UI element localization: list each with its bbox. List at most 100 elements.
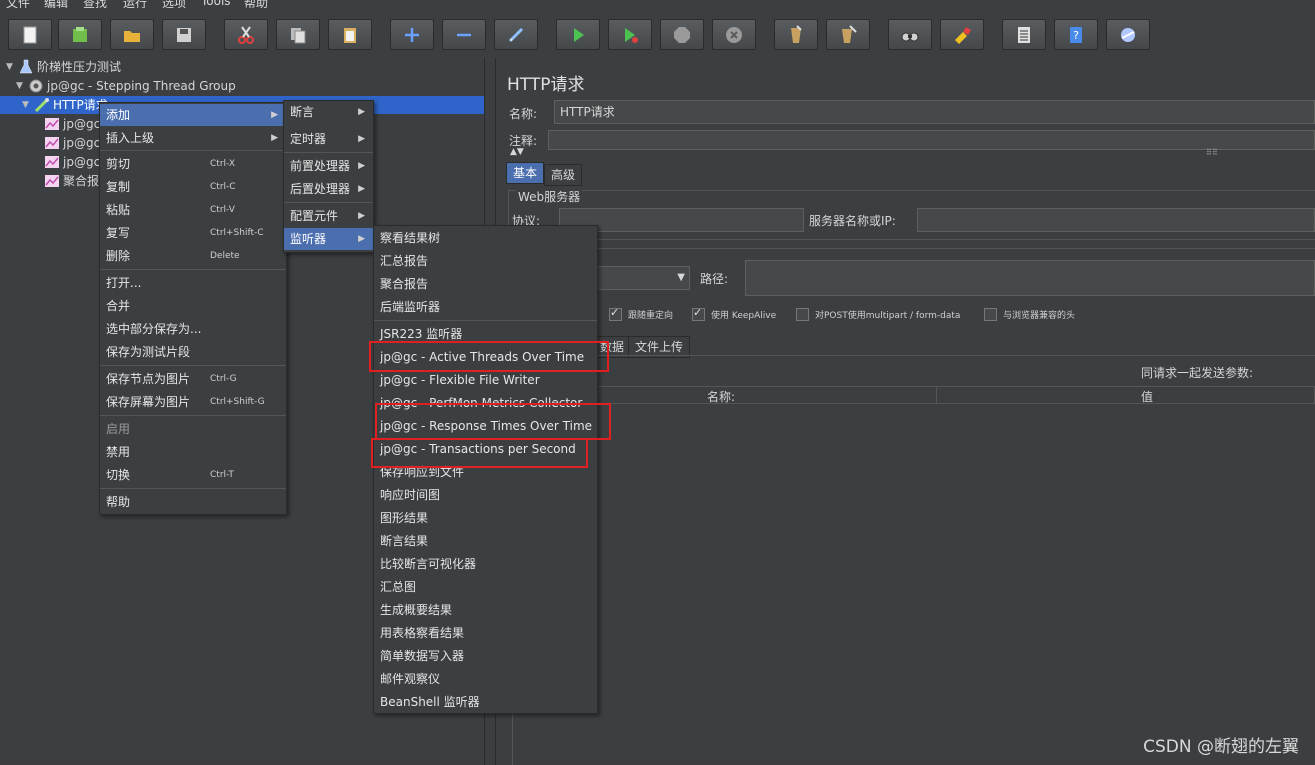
multipart-checkbox[interactable]: 对POST使用multipart / form-data bbox=[796, 308, 960, 321]
drag-handle-icon[interactable]: ⠿⠿ bbox=[1206, 148, 1218, 157]
menu-item-save-screen-image[interactable]: 保存屏幕为图片 Ctrl+Shift-G bbox=[100, 391, 286, 413]
column-header-value[interactable]: 值 bbox=[1141, 388, 1153, 405]
expand-arrow-icon[interactable]: ▼ bbox=[22, 96, 32, 114]
listener-item-flexible-file-writer[interactable]: jp@gc - Flexible File Writer bbox=[374, 369, 597, 391]
help-button[interactable]: ? bbox=[1054, 19, 1098, 50]
listener-item-aggregate-graph[interactable]: 汇总图 bbox=[374, 576, 597, 598]
menu-item-disable[interactable]: 禁用 bbox=[100, 441, 286, 463]
expand-arrow-icon[interactable]: ▼ bbox=[6, 58, 16, 76]
tree-node-listener-3[interactable]: jp@gc bbox=[44, 153, 100, 171]
menu-search[interactable]: 查找 bbox=[83, 0, 107, 8]
submenu-item-config-elements[interactable]: 配置元件 ▶ bbox=[284, 205, 373, 227]
column-header-name[interactable]: 名称: bbox=[707, 388, 735, 405]
listener-item-mailer[interactable]: 邮件观察仪 bbox=[374, 668, 597, 690]
start-button[interactable] bbox=[556, 19, 600, 50]
collapse-arrows-icon[interactable]: ▲▼ bbox=[510, 147, 524, 157]
menu-item-cut[interactable]: 剪切 Ctrl-X bbox=[100, 153, 286, 175]
clear-button[interactable] bbox=[774, 19, 818, 50]
menu-item-duplicate[interactable]: 复写 Ctrl+Shift-C bbox=[100, 222, 286, 244]
tree-node-label: jp@gc bbox=[63, 155, 101, 169]
tab-advanced[interactable]: 高级 bbox=[544, 164, 583, 186]
menu-item-enable[interactable]: 启用 bbox=[100, 418, 286, 440]
menu-tools[interactable]: Tools bbox=[201, 0, 231, 8]
menu-item-save-node-image[interactable]: 保存节点为图片 Ctrl-G bbox=[100, 368, 286, 390]
menu-item-toggle[interactable]: 切换 Ctrl-T bbox=[100, 464, 286, 486]
menu-item-insert-parent[interactable]: 插入上级 ▶ bbox=[100, 127, 286, 149]
expand-arrow-icon[interactable]: ▼ bbox=[16, 77, 26, 95]
new-button[interactable] bbox=[8, 19, 52, 50]
listener-item-summary-report[interactable]: 汇总报告 bbox=[374, 250, 597, 272]
submenu-item-timers[interactable]: 定时器 ▶ bbox=[284, 128, 373, 150]
listener-item-graph-results[interactable]: 图形结果 bbox=[374, 507, 597, 529]
menu-item-paste[interactable]: 粘贴 Ctrl-V bbox=[100, 199, 286, 221]
listener-item-view-in-table[interactable]: 用表格察看结果 bbox=[374, 622, 597, 644]
tree-node-listener-1[interactable]: jp@gc bbox=[44, 115, 100, 133]
name-field[interactable]: HTTP请求 bbox=[554, 100, 1315, 124]
listener-item-response-time-graph[interactable]: 响应时间图 bbox=[374, 484, 597, 506]
listener-item-simple-data-writer[interactable]: 简单数据写入器 bbox=[374, 645, 597, 667]
search-button[interactable] bbox=[888, 19, 932, 50]
menu-item-save-fragment[interactable]: 保存为测试片段 bbox=[100, 341, 286, 363]
menu-run[interactable]: 运行 bbox=[123, 0, 147, 8]
menu-file[interactable]: 文件 bbox=[6, 0, 30, 8]
shutdown-button[interactable] bbox=[712, 19, 756, 50]
path-field[interactable] bbox=[745, 260, 1315, 296]
submenu-item-post-processors[interactable]: 后置处理器 ▶ bbox=[284, 178, 373, 200]
listener-submenu: 察看结果树 汇总报告 聚合报告 后端监听器 JSR223 监听器 jp@gc -… bbox=[373, 225, 598, 714]
save-button[interactable] bbox=[162, 19, 206, 50]
menu-item-delete[interactable]: 删除 Delete bbox=[100, 245, 286, 267]
menu-options[interactable]: 选项 bbox=[162, 0, 186, 8]
reset-search-button[interactable] bbox=[940, 19, 984, 50]
submenu-arrow-icon: ▶ bbox=[358, 211, 365, 221]
clear-all-button[interactable] bbox=[826, 19, 870, 50]
open-button[interactable] bbox=[110, 19, 154, 50]
menu-item-open[interactable]: 打开... bbox=[100, 272, 286, 294]
toggle-icon bbox=[508, 27, 524, 42]
comment-field[interactable] bbox=[548, 130, 1315, 150]
method-select[interactable]: ▼ bbox=[596, 266, 690, 290]
function-helper-button[interactable] bbox=[1002, 19, 1046, 50]
submenu-item-assertions[interactable]: 断言 ▶ bbox=[284, 101, 373, 123]
listener-item-backend-listener[interactable]: 后端监听器 bbox=[374, 296, 597, 318]
menu-item-help[interactable]: 帮助 bbox=[100, 491, 286, 513]
cut-button[interactable] bbox=[224, 19, 268, 50]
expand-all-button[interactable] bbox=[390, 19, 434, 50]
toggle-button[interactable] bbox=[494, 19, 538, 50]
server-field[interactable] bbox=[917, 208, 1315, 232]
tree-node-listener-2[interactable]: jp@gc bbox=[44, 134, 100, 152]
stop-button[interactable] bbox=[660, 19, 704, 50]
listener-item-generate-summary[interactable]: 生成概要结果 bbox=[374, 599, 597, 621]
listener-item-comparison-visualizer[interactable]: 比较断言可视化器 bbox=[374, 553, 597, 575]
tab-basic[interactable]: 基本 bbox=[506, 162, 545, 184]
start-no-pause-button[interactable] bbox=[608, 19, 652, 50]
listener-item-assertion-results[interactable]: 断言结果 bbox=[374, 530, 597, 552]
copy-button[interactable] bbox=[276, 19, 320, 50]
browser-headers-checkbox[interactable]: 与浏览器兼容的头 bbox=[984, 308, 1075, 321]
menu-item-save-selection[interactable]: 选中部分保存为... bbox=[100, 318, 286, 340]
listener-item-aggregate-report[interactable]: 聚合报告 bbox=[374, 273, 597, 295]
listener-item-view-results-tree[interactable]: 察看结果树 bbox=[374, 227, 597, 249]
submenu-item-listeners[interactable]: 监听器 ▶ bbox=[284, 228, 373, 250]
templates-button[interactable] bbox=[58, 19, 102, 50]
menu-item-merge[interactable]: 合并 bbox=[100, 295, 286, 317]
menu-separator bbox=[284, 202, 373, 203]
menu-item-label: 监听器 bbox=[290, 232, 327, 246]
menu-item-copy[interactable]: 复制 Ctrl-C bbox=[100, 176, 286, 198]
tree-node-listener-4[interactable]: 聚合报 bbox=[44, 172, 99, 190]
listener-item-beanshell[interactable]: BeanShell 监听器 bbox=[374, 691, 597, 713]
paste-button[interactable] bbox=[328, 19, 372, 50]
menu-item-label: 切换 bbox=[106, 468, 131, 482]
keepalive-checkbox[interactable]: 使用 KeepAlive bbox=[692, 306, 776, 321]
menu-help[interactable]: 帮助 bbox=[244, 0, 268, 8]
tree-node-label: 阶梯性压力测试 bbox=[37, 60, 122, 74]
tree-node-test-plan[interactable]: ▼ 阶梯性压力测试 bbox=[6, 58, 121, 76]
submenu-item-pre-processors[interactable]: 前置处理器 ▶ bbox=[284, 155, 373, 177]
tree-node-thread-group[interactable]: ▼ jp@gc - Stepping Thread Group bbox=[16, 77, 236, 95]
menu-edit[interactable]: 编辑 bbox=[44, 0, 68, 8]
remote-button[interactable] bbox=[1106, 19, 1150, 50]
follow-redirects-checkbox[interactable]: 跟随重定向 bbox=[609, 306, 673, 321]
paste-icon bbox=[344, 27, 356, 43]
menu-item-add[interactable]: 添加 ▶ bbox=[100, 104, 286, 126]
collapse-all-button[interactable] bbox=[442, 19, 486, 50]
divider bbox=[508, 248, 1315, 249]
